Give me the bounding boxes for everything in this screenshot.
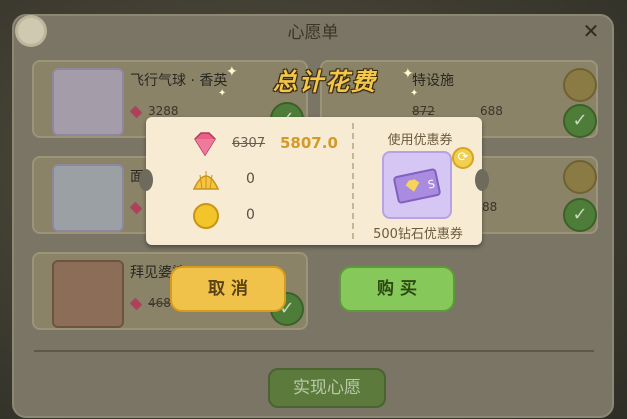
- coupon-ticket-icon: S: [393, 168, 441, 204]
- sparkle-icon: ✦: [410, 88, 419, 99]
- check-button[interactable]: ✓: [563, 198, 597, 232]
- ticket-notch: [475, 169, 489, 191]
- shell-icon: [192, 171, 220, 190]
- popup-title: 总计花费: [273, 68, 377, 96]
- coupon-name: 500钻石优惠券: [373, 227, 463, 242]
- sparkle-icon: ✦: [218, 88, 227, 99]
- coupon-slot[interactable]: S: [382, 151, 452, 219]
- sparkle-icon: ✦: [402, 66, 414, 82]
- coin-icon: [193, 203, 219, 229]
- item-old-price: 872: [412, 104, 435, 118]
- final-gem-cost: 5807.0: [280, 134, 338, 152]
- gem-icon: [194, 132, 216, 157]
- cancel-button[interactable]: 取 消: [170, 266, 286, 312]
- gem-icon: [129, 105, 143, 118]
- box-item-thumbnail: [52, 260, 124, 328]
- realize-wish-button[interactable]: 实现心愿: [268, 368, 386, 408]
- ticket-notch: [139, 169, 153, 191]
- wishlist-title: 心愿单: [287, 23, 339, 43]
- item-price: 688: [480, 104, 503, 118]
- swap-coupon-icon[interactable]: ⟳: [452, 147, 474, 169]
- gem-icon: [129, 297, 143, 310]
- trash-button[interactable]: [563, 160, 597, 194]
- balloon-item-thumbnail: [52, 68, 124, 136]
- check-button[interactable]: ✓: [563, 104, 597, 138]
- original-gem-cost: 6307: [232, 136, 266, 151]
- close-icon[interactable]: ✕: [580, 20, 602, 42]
- item-price: 88: [482, 200, 498, 214]
- item-price: 3288: [129, 104, 179, 118]
- gem-icon: [129, 201, 143, 214]
- buy-button[interactable]: 购 买: [339, 266, 455, 312]
- item-price: 468: [129, 296, 171, 310]
- cost-ticket: 6307 5807.0 0 0 使用优惠券 S ⟳ 500钻石优惠券: [139, 117, 489, 245]
- cost-row-gems: 6307 5807.0: [190, 131, 370, 157]
- total-cost-banner: 总计花费: [230, 60, 420, 104]
- use-coupon-label: 使用优惠券: [387, 133, 453, 148]
- cost-row-coins: 0: [190, 203, 370, 229]
- item-name: 飞行气球 · 香英: [130, 73, 228, 89]
- divider: [34, 350, 594, 352]
- sparkle-icon: ✦: [226, 64, 238, 80]
- trash-button[interactable]: [563, 68, 597, 102]
- shell-cost: 0: [246, 171, 255, 187]
- portrait-item-thumbnail: [52, 164, 124, 232]
- cost-row-shells: 0: [190, 167, 370, 193]
- coin-cost: 0: [246, 207, 255, 223]
